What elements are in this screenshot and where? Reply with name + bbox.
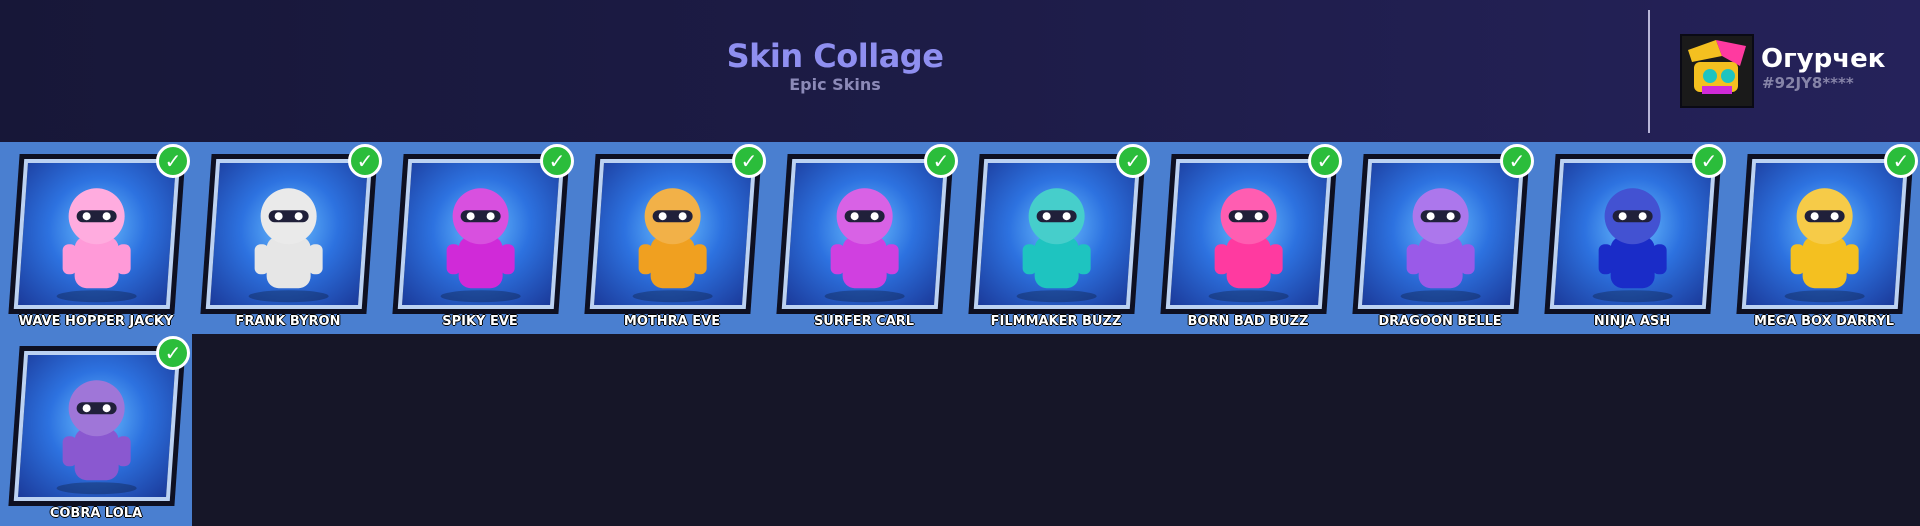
skin-card-frame [1165, 159, 1333, 309]
skin-tile[interactable]: ✓ NINJA ASH [1536, 142, 1728, 334]
skin-tile[interactable]: ✓ COBRA LOLA [0, 334, 192, 526]
skin-card [1544, 154, 1722, 314]
avatar-icon [1682, 36, 1752, 106]
skin-name: WAVE HOPPER JACKY [18, 314, 174, 329]
owned-check-icon: ✓ [348, 144, 382, 178]
owned-check-icon: ✓ [540, 144, 574, 178]
owned-check-icon: ✓ [924, 144, 958, 178]
page-title: Skin Collage [726, 37, 944, 75]
skin-portrait [1784, 188, 1865, 303]
owned-check-icon: ✓ [1884, 144, 1918, 178]
skin-card [968, 154, 1146, 314]
skin-name: MEGA BOX DARRYL [1754, 314, 1894, 329]
skin-portrait [1016, 188, 1097, 303]
skin-tile[interactable]: ✓ MOTHRA EVE [576, 142, 768, 334]
skin-portrait [248, 188, 329, 303]
skin-row-2: ✓ COBRA LOLA [0, 334, 192, 526]
skin-card-frame [13, 351, 181, 501]
skin-portrait [1592, 188, 1673, 303]
owned-check-icon: ✓ [1116, 144, 1150, 178]
skin-portrait [824, 188, 905, 303]
skin-tile[interactable]: ✓ WAVE HOPPER JACKY [0, 142, 192, 334]
skin-portrait [56, 380, 137, 495]
skin-card-frame [973, 159, 1141, 309]
skin-portrait [440, 188, 521, 303]
skin-card [200, 154, 378, 314]
skin-portrait [1208, 188, 1289, 303]
skin-tile[interactable]: ✓ MEGA BOX DARRYL [1728, 142, 1920, 334]
owned-check-icon: ✓ [732, 144, 766, 178]
title-block: Skin Collage Epic Skins [720, 36, 950, 94]
skin-name: SURFER CARL [813, 314, 915, 329]
skin-tile[interactable]: ✓ SURFER CARL [768, 142, 960, 334]
skin-card [8, 346, 186, 506]
skin-card-frame [1741, 159, 1909, 309]
owned-check-icon: ✓ [156, 336, 190, 370]
owned-check-icon: ✓ [1500, 144, 1534, 178]
owned-check-icon: ✓ [1692, 144, 1726, 178]
skin-card-frame [1357, 159, 1525, 309]
skin-card [1352, 154, 1530, 314]
skin-name: NINJA ASH [1593, 314, 1671, 329]
skin-card-frame [13, 159, 181, 309]
skin-card-frame [205, 159, 373, 309]
skin-portrait [1400, 188, 1481, 303]
skin-name: BORN BAD BUZZ [1187, 314, 1309, 329]
skin-name: DRAGOON BELLE [1378, 314, 1502, 329]
skin-card [584, 154, 762, 314]
player-avatar[interactable] [1680, 34, 1754, 108]
skin-card-frame [781, 159, 949, 309]
skin-name: SPIKY EVE [442, 314, 518, 329]
owned-check-icon: ✓ [1308, 144, 1342, 178]
skin-tile[interactable]: ✓ FRANK BYRON [192, 142, 384, 334]
skin-card [392, 154, 570, 314]
skin-card-frame [589, 159, 757, 309]
skin-portrait [632, 188, 713, 303]
skin-card [1160, 154, 1338, 314]
skin-card-frame [397, 159, 565, 309]
skin-tile[interactable]: ✓ BORN BAD BUZZ [1152, 142, 1344, 334]
owned-check-icon: ✓ [156, 144, 190, 178]
skin-card [8, 154, 186, 314]
skin-card [1736, 154, 1914, 314]
header-divider [1648, 10, 1650, 133]
skin-portrait [56, 188, 137, 303]
skin-name: COBRA LOLA [49, 506, 143, 521]
page-subtitle: Epic Skins [789, 75, 881, 94]
header: Skin Collage Epic Skins Огурчек #92JY8**… [0, 0, 1920, 142]
skin-tile[interactable]: ✓ DRAGOON BELLE [1344, 142, 1536, 334]
skin-card-frame [1549, 159, 1717, 309]
skin-name: FILMMAKER BUZZ [990, 314, 1122, 329]
skin-tile[interactable]: ✓ FILMMAKER BUZZ [960, 142, 1152, 334]
skin-tile[interactable]: ✓ SPIKY EVE [384, 142, 576, 334]
skin-row-1: ✓ WAVE HOPPER JACKY ✓ FRANK BYRON ✓ SPIKY EVE… [0, 142, 1920, 334]
player-tag: #92JY8**** [1762, 74, 1854, 92]
player-name: Огурчек [1761, 44, 1886, 74]
skin-card [776, 154, 954, 314]
skin-name: MOTHRA EVE [623, 314, 721, 329]
skin-name: FRANK BYRON [235, 314, 341, 329]
